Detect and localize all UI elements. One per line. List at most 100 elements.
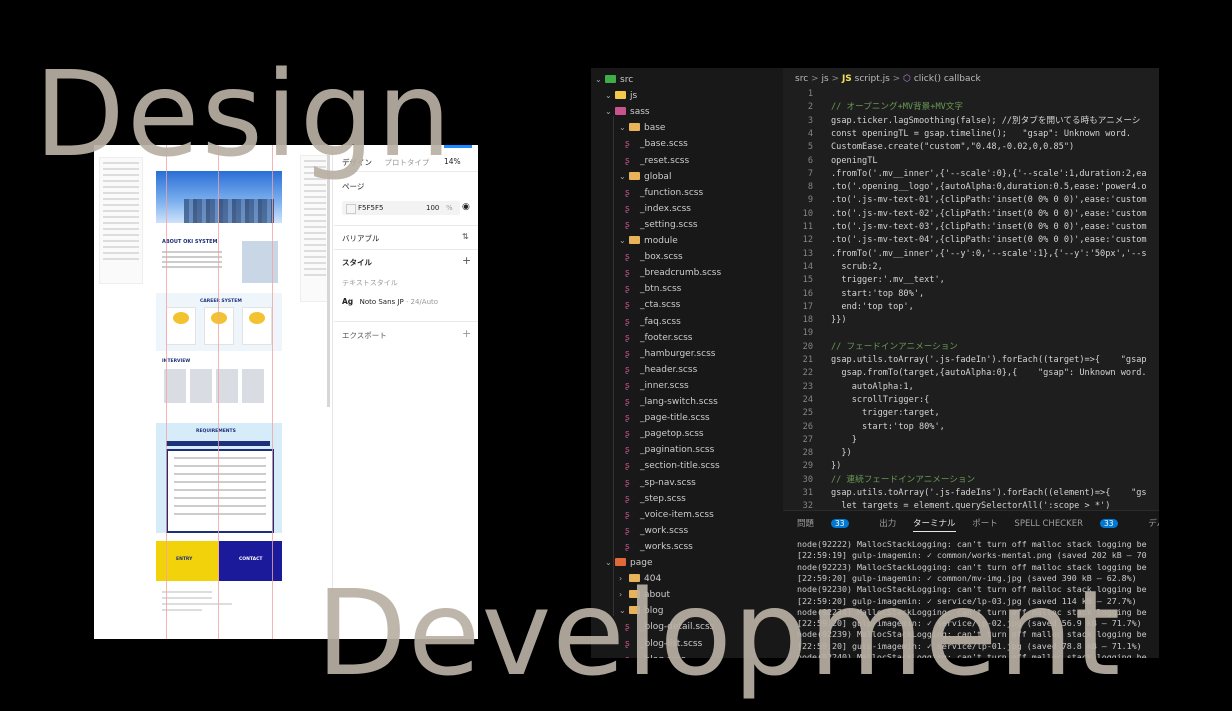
explorer-folder[interactable]: ⌄ js bbox=[605, 88, 637, 104]
terminal-line: [22:59:19] gulp-imagemin: ✓ common/works… bbox=[797, 550, 1147, 561]
explorer-file[interactable]: ʂ _setting.scss bbox=[621, 217, 698, 233]
tab-debug-console[interactable]: デバッグ コンソール bbox=[1148, 519, 1159, 529]
breadcrumb: src > js > JS script.js > ⬡ click() call… bbox=[795, 74, 981, 84]
export-label: エクスポート bbox=[342, 331, 387, 340]
chevron-icon: ⌄ bbox=[619, 236, 626, 245]
code-line[interactable]: }}) bbox=[831, 314, 847, 327]
code-line[interactable]: CustomEase.create("custom","0.48,-0.02,0… bbox=[831, 141, 1074, 154]
styles-label: スタイル bbox=[342, 258, 372, 267]
explorer-file[interactable]: ʂ _work.scss bbox=[621, 523, 688, 539]
add-export-icon[interactable]: + bbox=[462, 327, 471, 340]
chevron-icon: ⌄ bbox=[605, 107, 612, 117]
explorer-file[interactable]: ʂ _header.scss bbox=[621, 362, 697, 378]
explorer-file[interactable]: ʂ _reset.scss bbox=[621, 153, 689, 169]
code-editor[interactable]: src > js > JS script.js > ⬡ click() call… bbox=[783, 68, 1159, 511]
canvas-scrollbar[interactable] bbox=[327, 155, 330, 407]
code-line[interactable]: .to('.js-mv-text-03',{clipPath:'inset(0 … bbox=[831, 221, 1147, 234]
sass-file-icon: ʂ bbox=[625, 413, 630, 424]
lp-about-section: ABOUT OKI SYSTEM bbox=[156, 229, 282, 289]
code-line[interactable]: }) bbox=[831, 460, 841, 473]
overlay-word-design: Design bbox=[34, 45, 454, 183]
explorer-file[interactable]: ʂ _voice-item.scss bbox=[621, 507, 714, 523]
line-number: 10 bbox=[802, 208, 813, 219]
explorer-folder[interactable]: ⌄ base bbox=[619, 120, 665, 136]
code-line[interactable]: start:'top 80%', bbox=[831, 421, 945, 434]
sass-file-icon: ʂ bbox=[625, 509, 630, 520]
explorer-file[interactable]: ʂ _faq.scss bbox=[621, 314, 681, 330]
code-line[interactable]: autoAlpha:1, bbox=[831, 381, 914, 394]
explorer-folder[interactable]: ⌄ global bbox=[619, 169, 671, 185]
explorer-file[interactable]: ʂ _section-title.scss bbox=[621, 458, 720, 474]
explorer-file[interactable]: ʂ _hamburger.scss bbox=[621, 346, 715, 362]
code-line[interactable]: trigger:'.mv__text', bbox=[831, 274, 944, 287]
line-number: 11 bbox=[802, 222, 813, 232]
explorer-file[interactable]: ʂ _function.scss bbox=[621, 185, 703, 201]
tab-output[interactable]: 出力 bbox=[879, 519, 896, 529]
explorer-folder[interactable]: ⌄ module bbox=[619, 233, 678, 249]
code-line[interactable]: .to('.js-mv-text-01',{clipPath:'inset(0 … bbox=[831, 194, 1147, 207]
folder-icon bbox=[615, 107, 626, 116]
sass-file-icon: ʂ bbox=[625, 300, 630, 311]
code-line[interactable]: gsap.fromTo(target,{autoAlpha:0},{ "gsap… bbox=[831, 367, 1146, 380]
visibility-eye-icon[interactable]: ◉ bbox=[462, 202, 470, 212]
lp-requirements-title: REQUIREMENTS bbox=[196, 429, 236, 434]
explorer-file[interactable]: ʂ _index.scss bbox=[621, 201, 691, 217]
explorer-file[interactable]: ʂ _works.scss bbox=[621, 539, 693, 555]
code-line[interactable]: .to('.js-mv-text-02',{clipPath:'inset(0 … bbox=[831, 208, 1147, 221]
lp-career-title: CAREER SYSTEM bbox=[200, 299, 242, 304]
sass-file-icon: ʂ bbox=[625, 316, 630, 327]
add-style-icon[interactable]: + bbox=[462, 254, 471, 267]
explorer-file[interactable]: ʂ _step.scss bbox=[621, 491, 686, 507]
code-line[interactable]: // 連続フェードインアニメーション bbox=[831, 474, 975, 487]
tab-terminal[interactable]: ターミナル bbox=[912, 519, 956, 532]
tab-spell-checker[interactable]: SPELL CHECKER 33 bbox=[1014, 519, 1131, 529]
explorer-file[interactable]: ʂ _page-title.scss bbox=[621, 410, 710, 426]
code-line[interactable]: start:'top 80%', bbox=[831, 288, 924, 301]
explorer-file[interactable]: ʂ _pagetop.scss bbox=[621, 426, 704, 442]
code-line[interactable]: }) bbox=[831, 447, 851, 460]
artboard-landing-page[interactable]: ABOUT OKI SYSTEM CAREER SYSTEM INTERVIEW… bbox=[156, 157, 282, 639]
explorer-file[interactable]: ʂ _inner.scss bbox=[621, 378, 689, 394]
code-line[interactable]: gsap.utils.toArray('.js-fadeIn').forEach… bbox=[831, 354, 1147, 367]
code-line[interactable]: } bbox=[831, 434, 857, 447]
code-line[interactable]: .to('.js-mv-text-04',{clipPath:'inset(0 … bbox=[831, 234, 1147, 247]
explorer-file[interactable]: ʂ _pagination.scss bbox=[621, 442, 714, 458]
folder-icon bbox=[615, 91, 626, 100]
code-line[interactable]: end:'top top', bbox=[831, 301, 913, 314]
explorer-file[interactable]: ʂ _base.scss bbox=[621, 136, 688, 152]
code-line[interactable]: // フェードインアニメーション bbox=[831, 341, 958, 354]
code-line[interactable]: .fromTo('.mv__inner',{'--scale':0},{'--s… bbox=[831, 168, 1147, 181]
sass-file-icon: ʂ bbox=[625, 461, 630, 472]
js-file-icon: JS bbox=[841, 74, 852, 84]
color-chip[interactable] bbox=[346, 204, 356, 214]
code-line[interactable]: scrollTrigger:{ bbox=[831, 394, 930, 407]
explorer-file[interactable]: ʂ _btn.scss bbox=[621, 281, 681, 297]
explorer-file[interactable]: ʂ _footer.scss bbox=[621, 330, 693, 346]
code-line[interactable]: .fromTo('.mv__inner',{'--y':0,'--scale':… bbox=[831, 248, 1147, 261]
code-line[interactable]: .to('.opening__logo',{autoAlpha:0,durati… bbox=[831, 181, 1147, 194]
code-line[interactable]: gsap.ticker.lagSmoothing(false); //別タブを開… bbox=[831, 115, 1140, 128]
code-line[interactable]: scrub:2, bbox=[831, 261, 882, 274]
explorer-file[interactable]: ʂ _lang-switch.scss bbox=[621, 394, 718, 410]
line-number: 6 bbox=[807, 155, 813, 166]
tab-ports[interactable]: ポート bbox=[972, 519, 998, 529]
explorer-file[interactable]: ʂ _breadcrumb.scss bbox=[621, 265, 721, 281]
explorer-folder[interactable]: ⌄ sass bbox=[605, 104, 650, 120]
page-color-field[interactable]: F5F5F5 100 % bbox=[342, 201, 460, 215]
variables-label: バリアブル bbox=[342, 234, 380, 243]
text-style-item[interactable]: Ag Noto Sans JP · 24/Auto bbox=[342, 297, 438, 306]
explorer-file[interactable]: ʂ _box.scss bbox=[621, 249, 683, 265]
sass-file-icon: ʂ bbox=[625, 525, 630, 536]
folder-icon bbox=[629, 236, 640, 244]
code-line[interactable]: trigger:target, bbox=[831, 407, 940, 420]
explorer-file[interactable]: ʂ _sp-nav.scss bbox=[621, 475, 696, 491]
code-line[interactable]: gsap.utils.toArray('.js-fadeIns').forEac… bbox=[831, 487, 1147, 500]
sass-file-icon: ʂ bbox=[625, 429, 630, 440]
explorer-folder[interactable]: ⌄ src bbox=[595, 72, 633, 88]
code-line[interactable]: const openingTL = gsap.timeline(); "gsap… bbox=[831, 128, 1131, 141]
code-line[interactable]: // オープニング+MV背景+MV文字 bbox=[831, 101, 963, 114]
tab-problems[interactable]: 問題 33 bbox=[797, 519, 863, 529]
variables-adjust-icon[interactable]: ⇅ bbox=[462, 232, 469, 241]
code-line[interactable]: openingTL bbox=[831, 155, 878, 168]
explorer-file[interactable]: ʂ _cta.scss bbox=[621, 297, 680, 313]
